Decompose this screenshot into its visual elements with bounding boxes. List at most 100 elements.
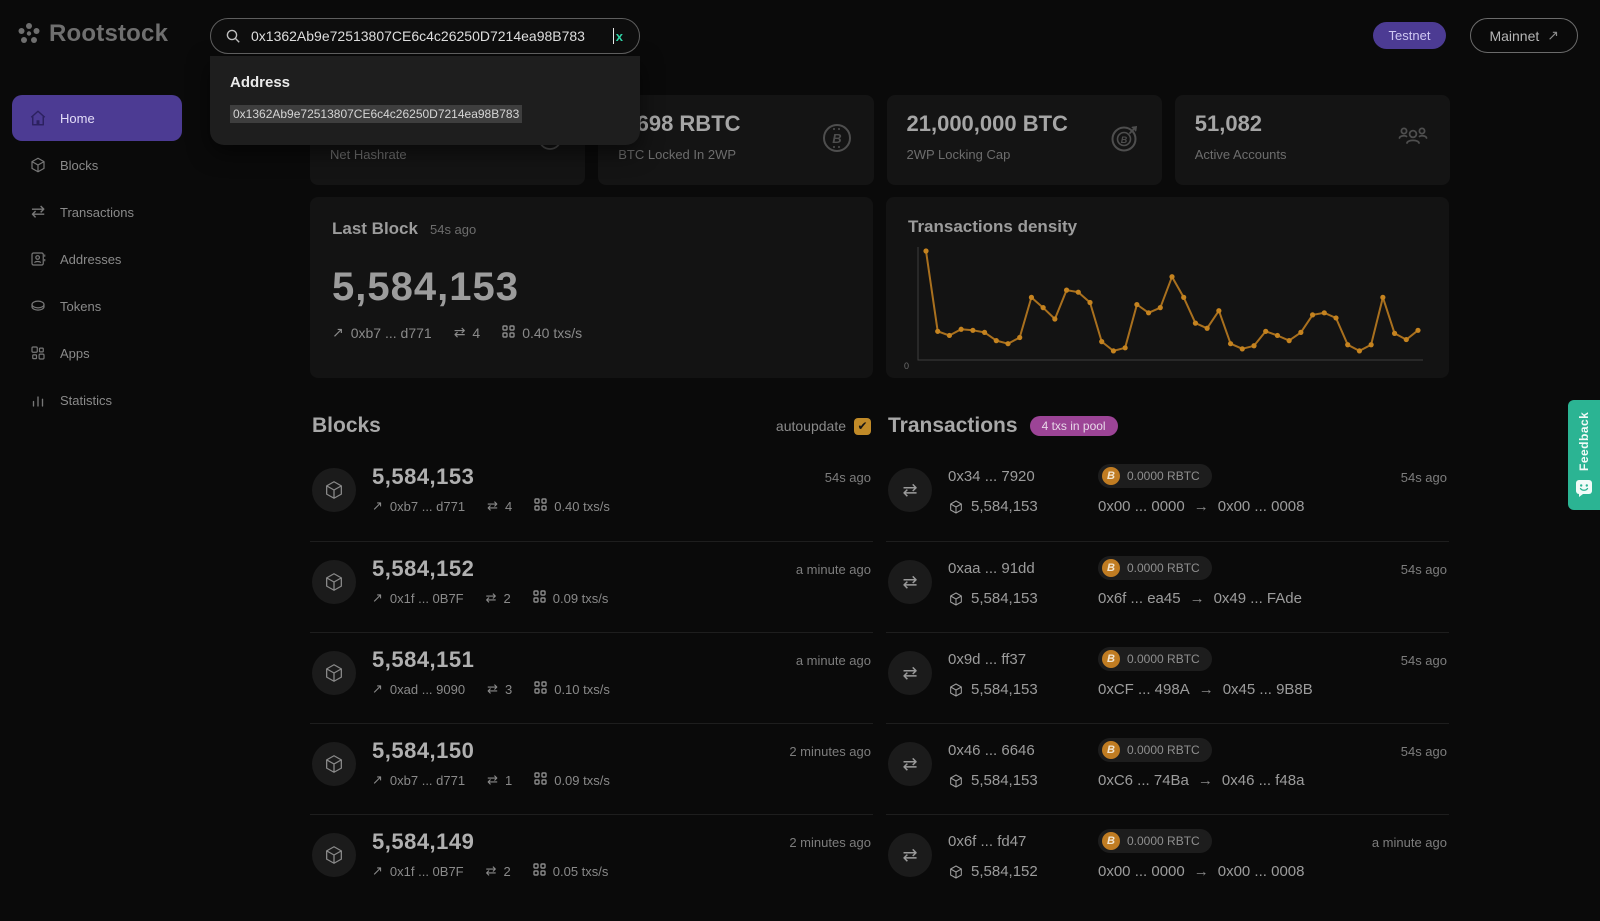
sidebar-item-apps[interactable]: Apps xyxy=(12,330,182,376)
block-number-link[interactable]: 5,584,153 xyxy=(372,464,825,490)
tx-from-address[interactable]: 0xC6 ... 74Ba xyxy=(1098,772,1189,789)
tx-from-address[interactable]: 0xCF ... 498A xyxy=(1098,681,1190,698)
arrow-right-icon: → xyxy=(1198,772,1213,789)
search-value[interactable]: 0x1362Ab9e72513807CE6c4c26250D7214ea98B7… xyxy=(251,28,613,44)
tx-block-number[interactable]: 5,584,153 xyxy=(971,498,1038,515)
block-miner[interactable]: 0xad ... 9090 xyxy=(390,682,465,697)
tx-amount-pill: B 0.0000 RBTC xyxy=(1098,829,1212,853)
swap-icon: ⇄ xyxy=(888,468,932,512)
sidebar-item-label: Blocks xyxy=(60,158,98,173)
tx-block-ref[interactable]: 5,584,152 xyxy=(948,863,1098,880)
sidebar-item-home[interactable]: Home xyxy=(12,95,182,141)
sidebar-nav: Home Blocks ⇄ Transactions Addresses Tok… xyxy=(12,95,182,424)
tx-to-address[interactable]: 0x00 ... 0008 xyxy=(1218,863,1305,880)
apps-grid-icon xyxy=(28,344,48,362)
block-ago: 2 minutes ago xyxy=(789,835,871,905)
tx-block-number[interactable]: 5,584,152 xyxy=(971,863,1038,880)
tx-block-number[interactable]: 5,584,153 xyxy=(971,590,1038,607)
cube-icon xyxy=(312,833,356,877)
grid-icon xyxy=(533,590,546,606)
miner-arrow-icon: ↗ xyxy=(372,772,383,788)
block-miner[interactable]: 0x1f ... 0B7F xyxy=(390,864,464,879)
autoupdate-checkbox[interactable]: ✔ xyxy=(854,418,871,435)
suggestion-group-title: Address xyxy=(230,74,620,91)
block-miner[interactable]: 0xb7 ... d771 xyxy=(390,499,465,514)
block-row[interactable]: 5,584,149 ↗ 0x1f ... 0B7F ⇄ 2 0.05 txs/s… xyxy=(310,814,873,905)
grid-icon xyxy=(534,498,547,514)
clear-search-button[interactable]: x xyxy=(614,29,625,44)
cube-icon xyxy=(28,156,48,174)
mainnet-button[interactable]: Mainnet ↗ xyxy=(1470,18,1578,53)
cube-icon xyxy=(948,773,964,789)
cube-icon xyxy=(948,864,964,880)
feedback-tab-button[interactable]: Feedback xyxy=(1568,400,1600,510)
testnet-button[interactable]: Testnet xyxy=(1373,22,1447,49)
last-block-title: Last Block xyxy=(332,219,418,239)
density-chart-line xyxy=(908,243,1427,368)
sidebar-item-addresses[interactable]: Addresses xyxy=(12,236,182,282)
block-miner[interactable]: 0x1f ... 0B7F xyxy=(390,591,464,606)
tx-amount: 0.0000 RBTC xyxy=(1127,561,1200,575)
rootstock-logo[interactable]: Rootstock xyxy=(16,20,168,48)
tx-block-number[interactable]: 5,584,153 xyxy=(971,681,1038,698)
tx-block-ref[interactable]: 5,584,153 xyxy=(948,681,1098,698)
block-row[interactable]: 5,584,150 ↗ 0xb7 ... d771 ⇄ 1 0.09 txs/s… xyxy=(310,723,873,814)
stat-label: 2WP Locking Cap xyxy=(907,147,1068,162)
transaction-row[interactable]: ⇄ 0xaa ... 91dd B 0.0000 RBTC 5,584,153 xyxy=(886,541,1449,632)
tx-block-number[interactable]: 5,584,153 xyxy=(971,772,1038,789)
tx-block-ref[interactable]: 5,584,153 xyxy=(948,590,1098,607)
external-link-icon: ↗ xyxy=(1547,27,1559,44)
tx-hash-link[interactable]: 0xaa ... 91dd xyxy=(948,560,1098,577)
block-number-link[interactable]: 5,584,150 xyxy=(372,738,789,764)
swap-icon: ⇄ xyxy=(28,202,48,222)
app-root: Rootstock 0x1362Ab9e72513807CE6c4c26250D… xyxy=(0,0,1600,921)
network-buttons: Testnet Mainnet ↗ xyxy=(1373,18,1578,53)
transaction-row[interactable]: ⇄ 0x46 ... 6646 B 0.0000 RBTC 5,584,153 xyxy=(886,723,1449,814)
tx-from-address[interactable]: 0x00 ... 0000 xyxy=(1098,863,1185,880)
logo-text: Rootstock xyxy=(49,20,168,48)
sidebar-item-tokens[interactable]: Tokens xyxy=(12,283,182,329)
last-block-miner[interactable]: 0xb7 ... d771 xyxy=(351,325,432,341)
block-number-link[interactable]: 5,584,149 xyxy=(372,829,789,855)
swap-icon: ⇄ xyxy=(888,742,932,786)
rootstock-logo-icon xyxy=(16,21,42,47)
tx-hash-link[interactable]: 0x6f ... fd47 xyxy=(948,833,1098,850)
sidebar-item-statistics[interactable]: Statistics xyxy=(12,377,182,423)
block-row[interactable]: 5,584,151 ↗ 0xad ... 9090 ⇄ 3 0.10 txs/s… xyxy=(310,632,873,723)
tx-hash-link[interactable]: 0x9d ... ff37 xyxy=(948,651,1098,668)
suggestion-address-item[interactable]: 0x1362Ab9e72513807CE6c4c26250D7214ea98B7… xyxy=(230,105,522,123)
tx-to-address[interactable]: 0x00 ... 0008 xyxy=(1218,498,1305,515)
search-input[interactable]: 0x1362Ab9e72513807CE6c4c26250D7214ea98B7… xyxy=(210,18,640,54)
transaction-row[interactable]: ⇄ 0x34 ... 7920 B 0.0000 RBTC 5,584,153 xyxy=(886,450,1449,541)
rbtc-icon: B xyxy=(1102,832,1120,850)
arrow-right-icon: → xyxy=(1199,681,1214,698)
stat-label: BTC Locked In 2WP xyxy=(618,147,740,162)
transaction-row[interactable]: ⇄ 0x9d ... ff37 B 0.0000 RBTC 5,584,153 xyxy=(886,632,1449,723)
tx-from-address[interactable]: 0x6f ... ea45 xyxy=(1098,590,1181,607)
sidebar-item-label: Tokens xyxy=(60,299,101,314)
tx-hash-link[interactable]: 0x46 ... 6646 xyxy=(948,742,1098,759)
grid-icon xyxy=(534,772,547,788)
feedback-label: Feedback xyxy=(1577,410,1591,473)
last-block-number[interactable]: 5,584,153 xyxy=(332,265,851,310)
transaction-row[interactable]: ⇄ 0x6f ... fd47 B 0.0000 RBTC 5,584,152 xyxy=(886,814,1449,905)
tx-block-ref[interactable]: 5,584,153 xyxy=(948,498,1098,515)
arrow-right-icon: → xyxy=(1194,863,1209,880)
blocks-list: 5,584,153 ↗ 0xb7 ... d771 ⇄ 4 0.40 txs/s… xyxy=(310,450,873,905)
tx-amount: 0.0000 RBTC xyxy=(1127,652,1200,666)
tx-block-ref[interactable]: 5,584,153 xyxy=(948,772,1098,789)
tx-to-address[interactable]: 0x49 ... FAde xyxy=(1214,590,1302,607)
block-number-link[interactable]: 5,584,152 xyxy=(372,556,796,582)
block-row[interactable]: 5,584,152 ↗ 0x1f ... 0B7F ⇄ 2 0.09 txs/s… xyxy=(310,541,873,632)
block-miner[interactable]: 0xb7 ... d771 xyxy=(390,773,465,788)
tx-hash-link[interactable]: 0x34 ... 7920 xyxy=(948,468,1098,485)
block-row[interactable]: 5,584,153 ↗ 0xb7 ... d771 ⇄ 4 0.40 txs/s… xyxy=(310,450,873,541)
tx-to-address[interactable]: 0x46 ... f48a xyxy=(1222,772,1305,789)
tx-to-address[interactable]: 0x45 ... 9B8B xyxy=(1223,681,1313,698)
block-number-link[interactable]: 5,584,151 xyxy=(372,647,796,673)
sidebar-item-label: Addresses xyxy=(60,252,121,267)
block-ago: 2 minutes ago xyxy=(789,744,871,814)
sidebar-item-blocks[interactable]: Blocks xyxy=(12,142,182,188)
sidebar-item-transactions[interactable]: ⇄ Transactions xyxy=(12,189,182,235)
tx-from-address[interactable]: 0x00 ... 0000 xyxy=(1098,498,1185,515)
